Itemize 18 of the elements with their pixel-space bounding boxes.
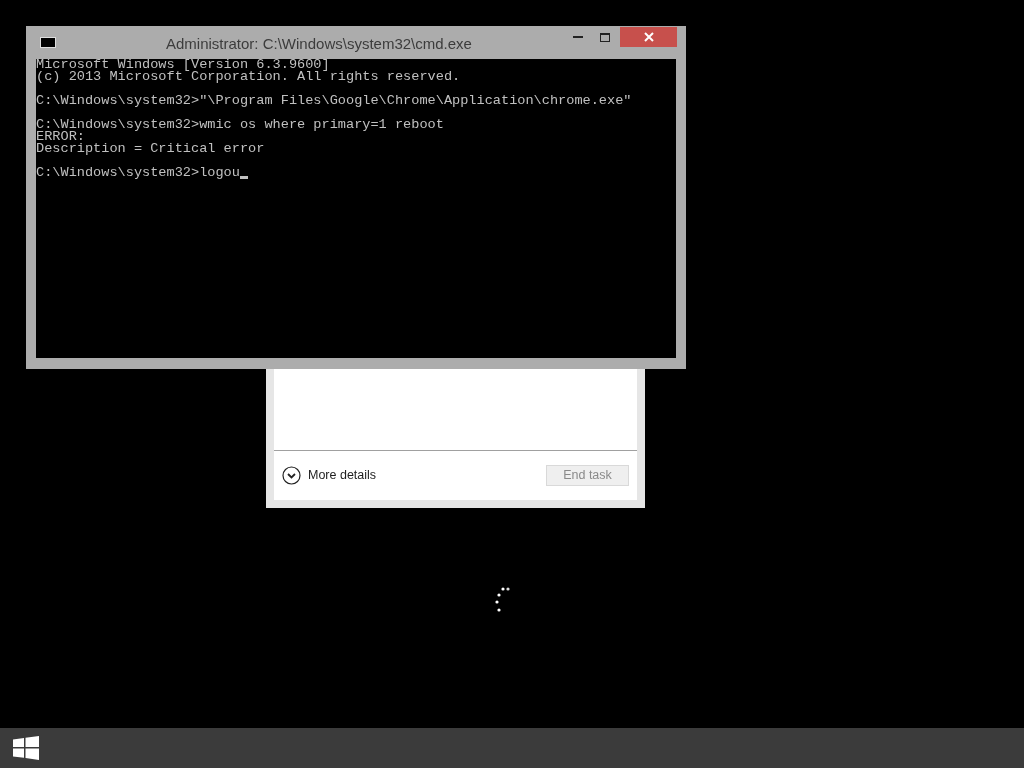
window-title: Administrator: C:\Windows\system32\cmd.exe bbox=[166, 34, 472, 54]
console-line: ERROR: bbox=[36, 131, 85, 143]
loading-spinner-icon bbox=[494, 586, 510, 614]
windows-logo-icon bbox=[13, 736, 39, 760]
close-button[interactable] bbox=[620, 27, 677, 47]
maximize-icon bbox=[599, 32, 610, 42]
console-line: Description = Critical error bbox=[36, 143, 265, 155]
minimize-icon bbox=[572, 36, 583, 38]
console-app-icon bbox=[40, 37, 56, 48]
console-line: (c) 2013 Microsoft Corporation. All rights reserved. bbox=[36, 71, 461, 83]
console-line: C:\Windows\system32>"\Program Files\Google\Chrome\Application\chrome.exe" bbox=[36, 95, 632, 107]
more-details-link[interactable]: More details bbox=[282, 466, 377, 485]
console-line: C:\Windows\system32>logou bbox=[36, 167, 240, 179]
start-button[interactable] bbox=[12, 734, 40, 762]
console-line: C:\Windows\system32>wmic os where primary=1 reboot bbox=[36, 119, 444, 131]
console-line: Microsoft Windows [Version 6.3.9600] bbox=[36, 59, 330, 71]
close-icon bbox=[643, 32, 654, 42]
chevron-down-icon bbox=[282, 466, 301, 485]
